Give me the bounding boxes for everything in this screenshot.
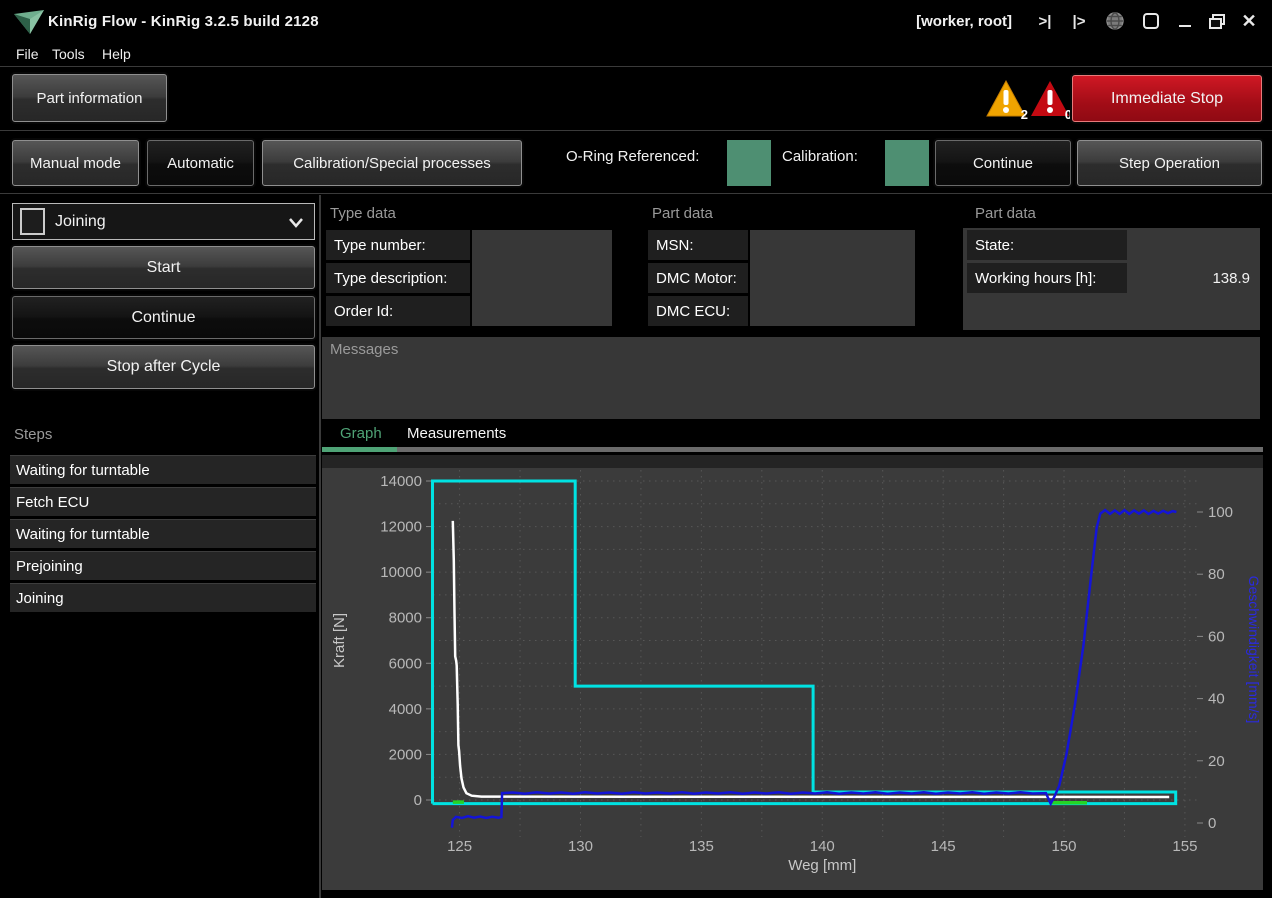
type-data-values xyxy=(472,230,612,326)
tab-graph[interactable]: Graph xyxy=(340,425,382,442)
oring-status-box xyxy=(727,140,771,186)
calibration-special-button[interactable]: Calibration/Special processes xyxy=(262,140,522,186)
step-operation-button[interactable]: Step Operation xyxy=(1077,140,1262,186)
state-label: State: xyxy=(967,230,1127,260)
tab-underline xyxy=(397,447,1263,452)
step-item[interactable]: Joining xyxy=(10,583,316,612)
part-data-mid-heading: Part data xyxy=(652,205,713,222)
menu-bar: File Tools Help xyxy=(0,40,1272,67)
step-item[interactable]: Fetch ECU xyxy=(10,487,316,516)
separator xyxy=(0,130,1272,131)
dmc-motor-label: DMC Motor: xyxy=(648,263,748,293)
svg-text:8000: 8000 xyxy=(389,610,422,627)
active-tab-underline xyxy=(322,447,397,452)
svg-text:Kraft [N]: Kraft [N] xyxy=(331,613,348,668)
svg-text:150: 150 xyxy=(1052,838,1077,855)
svg-text:40: 40 xyxy=(1208,691,1225,708)
window-title: KinRig Flow - KinRig 3.2.5 build 2128 xyxy=(48,13,319,30)
messages-panel: Messages xyxy=(322,337,1260,419)
svg-text:Geschwindigkeit [mm/s]: Geschwindigkeit [mm/s] xyxy=(1246,576,1262,724)
type-number-label: Type number: xyxy=(326,230,470,260)
process-chart: 0 2000 4000 6000 8000 10000 12000 14000 0 20 40 60 8… xyxy=(322,455,1263,890)
step-item[interactable]: Prejoining xyxy=(10,551,316,580)
svg-text:100: 100 xyxy=(1208,504,1233,521)
part-information-button[interactable]: Part information xyxy=(12,74,167,122)
oring-referenced-label: O-Ring Referenced: xyxy=(566,148,699,165)
svg-text:145: 145 xyxy=(931,838,956,855)
continue-process-button[interactable]: Continue xyxy=(12,296,315,339)
dmc-ecu-label: DMC ECU: xyxy=(648,296,748,326)
start-button[interactable]: Start xyxy=(12,246,315,289)
messages-heading: Messages xyxy=(330,341,398,358)
language-globe-icon[interactable] xyxy=(1102,8,1128,34)
working-hours-value: 138.9 xyxy=(1150,270,1250,287)
process-checkbox[interactable] xyxy=(20,208,45,235)
continue-mode-button[interactable]: Continue xyxy=(935,140,1071,186)
order-id-label: Order Id: xyxy=(326,296,470,326)
chevron-down-icon xyxy=(288,217,304,228)
svg-text:2000: 2000 xyxy=(389,746,422,763)
svg-text:0: 0 xyxy=(1208,815,1216,832)
play-from-start-icon[interactable]: |> xyxy=(1066,8,1092,34)
error-indicator[interactable]: 0 xyxy=(1030,80,1070,120)
stop-after-cycle-button[interactable]: Stop after Cycle xyxy=(12,345,315,389)
automatic-button[interactable]: Automatic xyxy=(147,140,254,186)
svg-text:Weg [mm]: Weg [mm] xyxy=(788,857,856,874)
separator xyxy=(0,193,1272,194)
svg-text:20: 20 xyxy=(1208,753,1225,770)
working-hours-label: Working hours [h]: xyxy=(967,263,1127,293)
close-icon[interactable]: ✕ xyxy=(1236,8,1262,34)
skip-to-end-icon[interactable]: >| xyxy=(1032,8,1058,34)
minimize-icon[interactable] xyxy=(1172,8,1198,34)
msn-label: MSN: xyxy=(648,230,748,260)
app-logo-icon xyxy=(13,9,45,35)
svg-text:6000: 6000 xyxy=(389,655,422,672)
svg-text:135: 135 xyxy=(689,838,714,855)
type-data-heading: Type data xyxy=(330,205,396,222)
svg-text:80: 80 xyxy=(1208,566,1225,583)
manual-mode-button[interactable]: Manual mode xyxy=(12,140,139,186)
restore-window-icon[interactable] xyxy=(1204,8,1230,34)
svg-text:4000: 4000 xyxy=(389,701,422,718)
maximize-icon[interactable] xyxy=(1138,8,1164,34)
steps-heading: Steps xyxy=(14,426,52,443)
step-item[interactable]: Waiting for turntable xyxy=(10,519,316,548)
separator xyxy=(319,195,321,898)
svg-text:155: 155 xyxy=(1172,838,1197,855)
type-description-label: Type description: xyxy=(326,263,470,293)
calibration-status-box xyxy=(885,140,929,186)
menu-help[interactable]: Help xyxy=(98,44,135,64)
svg-text:140: 140 xyxy=(810,838,835,855)
warning-count: 2 xyxy=(1021,107,1028,122)
menu-file[interactable]: File xyxy=(12,44,43,64)
svg-text:10000: 10000 xyxy=(380,564,422,581)
titlebar: KinRig Flow - KinRig 3.2.5 build 2128 [w… xyxy=(0,0,1272,40)
part-data-mid-values xyxy=(750,230,915,326)
svg-text:130: 130 xyxy=(568,838,593,855)
svg-text:125: 125 xyxy=(447,838,472,855)
part-data-right-heading: Part data xyxy=(975,205,1036,222)
menu-tools[interactable]: Tools xyxy=(48,44,89,64)
force-speed-graph: 0 2000 4000 6000 8000 10000 12000 14000 0 20 40 60 8… xyxy=(322,455,1263,890)
svg-text:0: 0 xyxy=(414,792,422,809)
step-item[interactable]: Waiting for turntable xyxy=(10,455,316,484)
process-select-dropdown[interactable]: Joining xyxy=(12,203,315,240)
svg-text:14000: 14000 xyxy=(380,473,422,490)
warning-indicator[interactable]: 2 xyxy=(986,80,1026,120)
tab-measurements[interactable]: Measurements xyxy=(407,425,506,442)
error-count: 0 xyxy=(1065,107,1072,122)
selected-process-label: Joining xyxy=(55,213,106,231)
calibration-label: Calibration: xyxy=(782,148,858,165)
immediate-stop-button[interactable]: Immediate Stop xyxy=(1072,75,1262,122)
svg-text:60: 60 xyxy=(1208,628,1225,645)
user-role-badge: [worker, root] xyxy=(916,13,1012,30)
svg-text:12000: 12000 xyxy=(380,519,422,536)
